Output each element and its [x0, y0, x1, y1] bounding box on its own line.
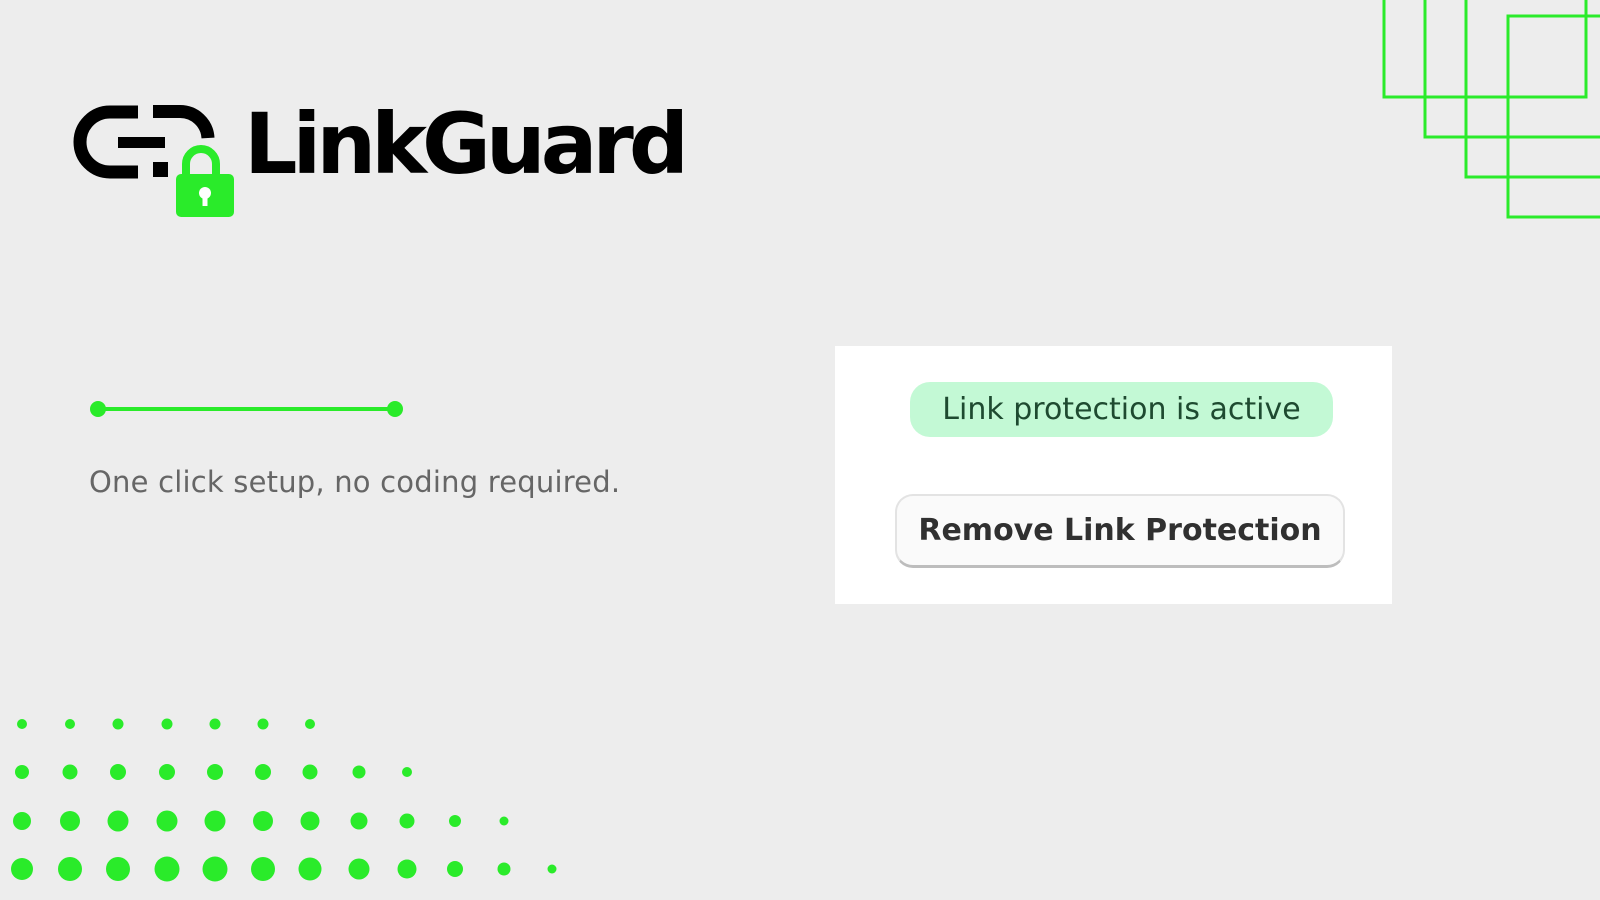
divider-end-dot — [387, 401, 403, 417]
decorative-dot — [106, 857, 130, 881]
decorative-dot — [209, 718, 221, 730]
decorative-dot — [159, 764, 175, 780]
remove-link-protection-button[interactable]: Remove Link Protection — [895, 494, 1345, 568]
decorative-dot — [17, 719, 27, 729]
decorative-dot — [202, 856, 228, 882]
decorative-dot — [204, 810, 226, 832]
decorative-dot — [399, 813, 415, 829]
decorative-dot — [300, 811, 320, 831]
decorative-dot — [251, 857, 275, 881]
decorative-dot — [302, 764, 318, 780]
decorative-dot — [350, 812, 368, 830]
decorative-squares — [1382, 0, 1600, 219]
decorative-dot — [11, 858, 33, 880]
decorative-dot — [547, 864, 557, 874]
divider-line — [90, 401, 403, 417]
decorative-dot — [255, 764, 271, 780]
decorative-dot — [298, 857, 322, 881]
decorative-dot — [348, 858, 370, 880]
decorative-dot — [154, 856, 180, 882]
chain-link-lock-icon — [73, 104, 234, 217]
deco-square — [1464, 0, 1600, 179]
decorative-dot — [107, 810, 129, 832]
decorative-dot — [305, 719, 315, 729]
dot-pattern — [11, 718, 557, 882]
decorative-dot — [402, 767, 412, 777]
decorative-dot — [397, 859, 417, 879]
decorative-dot — [156, 810, 178, 832]
decorative-dot — [257, 718, 269, 730]
brand-logo: LinkGuard — [72, 95, 689, 225]
lock-icon — [176, 145, 234, 217]
protection-card: Link protection is active Remove Link Pr… — [835, 346, 1392, 604]
decorative-dot — [161, 718, 173, 730]
decorative-dot — [207, 764, 223, 780]
decorative-dot — [497, 862, 511, 876]
tagline: One click setup, no coding required. — [89, 465, 621, 499]
deco-square — [1423, 0, 1600, 139]
decorative-dot — [449, 815, 461, 827]
decorative-dot — [62, 764, 78, 780]
decorative-dot — [58, 857, 82, 881]
decorative-dot — [110, 764, 126, 780]
status-badge: Link protection is active — [910, 382, 1333, 437]
decorative-dot — [65, 719, 75, 729]
decorative-dot — [447, 861, 463, 877]
divider-start-dot — [90, 401, 106, 417]
decorative-dot — [253, 811, 273, 831]
decorative-dot — [499, 816, 509, 826]
decorative-dot — [352, 765, 366, 779]
chain-small-square — [153, 162, 168, 177]
chain-right-icon — [153, 104, 215, 139]
decorative-dot — [13, 812, 31, 830]
decorative-dot — [112, 718, 124, 730]
decorative-dot — [60, 811, 80, 831]
decorative-dot — [15, 765, 29, 779]
brand-name: LinkGuard — [244, 95, 689, 193]
chain-middle-bar — [118, 137, 165, 148]
